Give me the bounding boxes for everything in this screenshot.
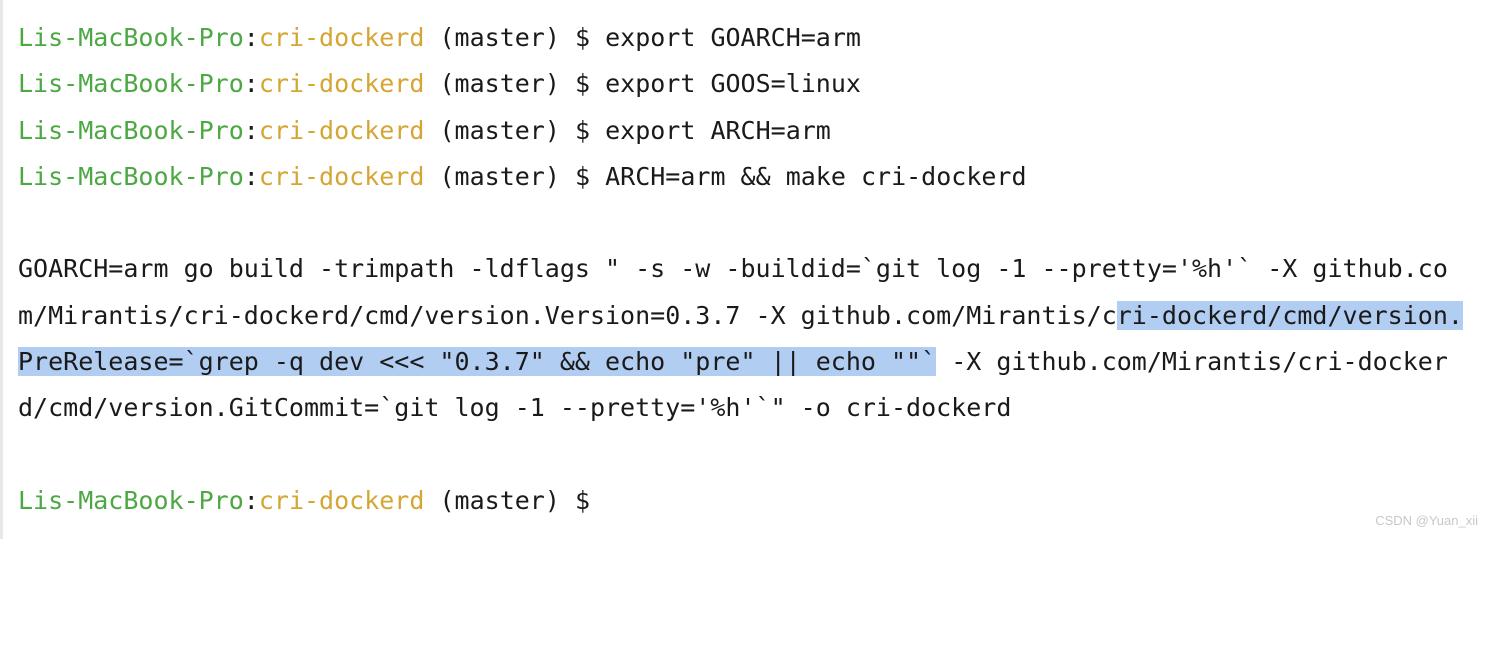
command-3: export ARCH=arm — [605, 116, 831, 145]
colon: : — [244, 23, 259, 52]
host: Lis-MacBook-Pro — [18, 486, 244, 515]
branch: (master) — [439, 23, 559, 52]
host: Lis-MacBook-Pro — [18, 116, 244, 145]
command-1: export GOARCH=arm — [605, 23, 861, 52]
dir: cri-dockerd — [259, 486, 425, 515]
build-output: GOARCH=arm go build -trimpath -ldflags "… — [18, 254, 1463, 422]
dollar: $ — [575, 162, 590, 191]
host: Lis-MacBook-Pro — [18, 23, 244, 52]
branch: (master) — [439, 116, 559, 145]
dir: cri-dockerd — [259, 69, 425, 98]
prompt-line-3: Lis-MacBook-Pro:cri-dockerd (master) $ e… — [18, 116, 831, 145]
dir: cri-dockerd — [259, 116, 425, 145]
prompt-line-2: Lis-MacBook-Pro:cri-dockerd (master) $ e… — [18, 69, 861, 98]
colon: : — [244, 486, 259, 515]
colon: : — [244, 162, 259, 191]
colon: : — [244, 69, 259, 98]
dir: cri-dockerd — [259, 162, 425, 191]
host: Lis-MacBook-Pro — [18, 162, 244, 191]
command-4: ARCH=arm && make cri-dockerd — [605, 162, 1026, 191]
dollar: $ — [575, 69, 590, 98]
host: Lis-MacBook-Pro — [18, 69, 244, 98]
prompt-line-4: Lis-MacBook-Pro:cri-dockerd (master) $ A… — [18, 162, 1027, 191]
left-border — [0, 0, 3, 539]
prompt-line-5: Lis-MacBook-Pro:cri-dockerd (master) $ — [18, 486, 590, 515]
branch: (master) — [439, 162, 559, 191]
dollar: $ — [575, 23, 590, 52]
blank-line — [18, 439, 33, 468]
command-2: export GOOS=linux — [605, 69, 861, 98]
dir: cri-dockerd — [259, 23, 425, 52]
prompt-line-1: Lis-MacBook-Pro:cri-dockerd (master) $ e… — [18, 23, 861, 52]
watermark: CSDN @Yuan_xii — [1375, 509, 1478, 533]
branch: (master) — [439, 486, 559, 515]
dollar: $ — [575, 116, 590, 145]
branch: (master) — [439, 69, 559, 98]
terminal-output[interactable]: Lis-MacBook-Pro:cri-dockerd (master) $ e… — [18, 15, 1474, 524]
dollar: $ — [575, 486, 590, 515]
colon: : — [244, 116, 259, 145]
